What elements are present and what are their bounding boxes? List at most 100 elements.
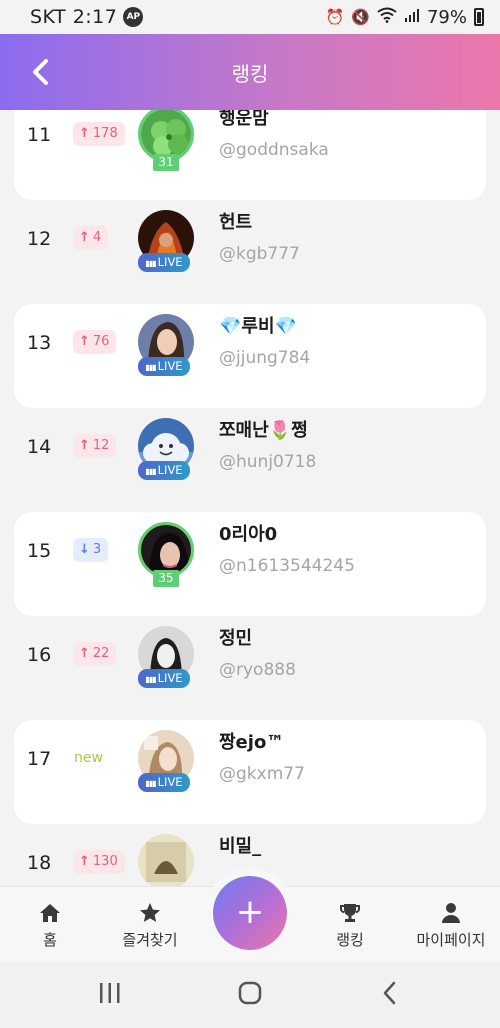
user-handle: @gkxm77 <box>219 764 305 784</box>
nav-mypage[interactable]: 마이페이지 <box>408 901 494 950</box>
arrow-up-icon: ↑ <box>79 438 90 453</box>
signal-icon <box>404 7 420 27</box>
nav-favorites[interactable]: 즐겨찾기 <box>112 901 188 950</box>
arrow-up-icon: ↑ <box>79 646 90 661</box>
user-handle: @n1613544245 <box>219 556 355 576</box>
user-name: 행운맘 <box>219 110 269 129</box>
rank-change-badge: ↑ 4 <box>73 226 109 250</box>
arrow-up-icon: ↑ <box>79 854 90 869</box>
rank-change-badge: ↑ 22 <box>73 642 117 666</box>
user-handle: @jjung784 <box>219 348 311 368</box>
arrow-up-icon: ↑ <box>79 230 90 245</box>
recent-apps-icon[interactable] <box>98 980 122 1010</box>
rank-change-value: 76 <box>92 334 110 349</box>
user-handle: @kgb777 <box>219 244 300 264</box>
rank-change-value: 12 <box>92 438 110 453</box>
equalizer-icon: ▮▮▮ <box>145 363 156 372</box>
live-badge: ▮▮▮ LIVE <box>138 461 190 480</box>
ranking-row[interactable]: 14 ↑ 12 ▮▮▮ LIVE 쪼매난🌷쩡 @hunj0718 <box>14 408 486 512</box>
user-name: 0리아0 <box>219 524 278 545</box>
back-arrow-icon[interactable] <box>378 980 402 1010</box>
equalizer-icon: ▮▮▮ <box>145 467 156 476</box>
user-name: 쪼매난🌷쩡 <box>219 420 308 441</box>
live-badge: ▮▮▮ LIVE <box>138 357 190 376</box>
arrow-down-icon: ↓ <box>79 542 90 557</box>
ranking-row[interactable]: 13 ↑ 76 ▮▮▮ LIVE 💎루비💎 @jjung784 <box>14 304 486 408</box>
rank-number: 17 <box>27 748 52 770</box>
rank-number: 15 <box>27 540 52 562</box>
add-button[interactable]: + <box>213 876 287 950</box>
avatar[interactable] <box>138 834 194 886</box>
header-bar: 랭킹 <box>0 34 500 110</box>
ranking-row[interactable]: 12 ↑ 4 ▮▮▮ LIVE 헌트 @kgb777 <box>14 200 486 304</box>
level-badge: 31 <box>153 154 179 171</box>
rank-number: 14 <box>27 436 52 458</box>
status-bar: SKT 2:17 AP ⏰ 🔇 79% <box>0 0 500 34</box>
nav-ranking[interactable]: 랭킹 <box>328 901 372 950</box>
battery-icon <box>474 8 484 26</box>
home-circle-icon[interactable] <box>237 980 263 1010</box>
rank-change-badge: ↓ 3 <box>73 538 109 562</box>
rank-number: 12 <box>27 228 52 250</box>
equalizer-icon: ▮▮▮ <box>145 259 156 268</box>
trophy-icon <box>328 901 372 925</box>
back-button[interactable] <box>24 54 60 90</box>
equalizer-icon: ▮▮▮ <box>145 779 156 788</box>
rank-change-value: 178 <box>92 126 118 141</box>
user-icon <box>408 901 494 925</box>
user-name: 짱ejo™ <box>219 732 285 753</box>
ranking-row[interactable]: 16 ↑ 22 ▮▮▮ LIVE 정민 @ryo888 <box>14 616 486 720</box>
ranking-list[interactable]: 11 ↑ 178 31 행운맘 @goddnsaka 12 ↑ 4 ▮▮▮ LIVE 헌트 @kgb77… <box>0 110 500 886</box>
arrow-up-icon: ↑ <box>79 334 90 349</box>
alarm-icon: ⏰ <box>325 8 345 26</box>
nav-mypage-label: 마이페이지 <box>416 931 486 949</box>
nav-ranking-label: 랭킹 <box>336 931 364 949</box>
level-badge: 35 <box>153 570 179 587</box>
user-name: 💎루비💎 <box>219 316 297 337</box>
live-label: LIVE <box>157 463 183 477</box>
arrow-up-icon: ↑ <box>79 126 90 141</box>
user-name: 헌트 <box>219 212 253 233</box>
live-badge: ▮▮▮ LIVE <box>138 253 190 272</box>
rank-change-badge: ↑ 76 <box>73 330 117 354</box>
rank-number: 11 <box>27 124 52 146</box>
user-handle: @goddnsaka <box>219 140 329 160</box>
star-icon <box>112 901 188 925</box>
rank-change-value: 22 <box>92 646 110 661</box>
home-icon <box>28 901 72 925</box>
rank-change-badge: ↑ 130 <box>73 850 125 874</box>
live-label: LIVE <box>157 671 183 685</box>
rank-change-badge: new <box>74 746 103 770</box>
rank-change-value: 3 <box>92 542 102 557</box>
user-name: 비밀_ <box>219 836 262 857</box>
equalizer-icon: ▮▮▮ <box>145 675 156 684</box>
rank-change-value: new <box>74 750 103 766</box>
rank-change-value: 4 <box>92 230 102 245</box>
rank-change-value: 130 <box>92 854 118 869</box>
rank-change-badge: ↑ 178 <box>73 122 125 146</box>
user-name: 정민 <box>219 628 253 649</box>
live-badge: ▮▮▮ LIVE <box>138 773 190 792</box>
live-label: LIVE <box>157 255 183 269</box>
rank-number: 16 <box>27 644 52 666</box>
chevron-left-icon <box>33 59 48 85</box>
mute-icon: 🔇 <box>351 8 370 26</box>
ranking-row[interactable]: 11 ↑ 178 31 행운맘 @goddnsaka <box>14 110 486 200</box>
rank-change-badge: ↑ 12 <box>73 434 117 458</box>
ap-icon: AP <box>123 7 144 27</box>
user-handle: @hunj0718 <box>219 452 317 472</box>
ranking-row[interactable]: 17 new ▮▮▮ LIVE 짱ejo™ @gkxm77 <box>14 720 486 824</box>
battery-percent: 79% <box>426 6 467 28</box>
page-title: 랭킹 <box>231 61 269 86</box>
rank-number: 13 <box>27 332 52 354</box>
ranking-row[interactable]: 15 ↓ 3 35 0리아0 @n1613544245 <box>14 512 486 616</box>
carrier-time: SKT 2:17 <box>30 6 118 28</box>
system-nav-bar <box>0 962 500 1028</box>
live-badge: ▮▮▮ LIVE <box>138 669 190 688</box>
wifi-icon <box>377 7 397 27</box>
user-handle: @ryo888 <box>219 660 296 680</box>
live-label: LIVE <box>157 775 183 789</box>
nav-home[interactable]: 홈 <box>28 901 72 950</box>
nav-favorites-label: 즐겨찾기 <box>122 931 178 949</box>
rank-number: 18 <box>27 852 52 874</box>
